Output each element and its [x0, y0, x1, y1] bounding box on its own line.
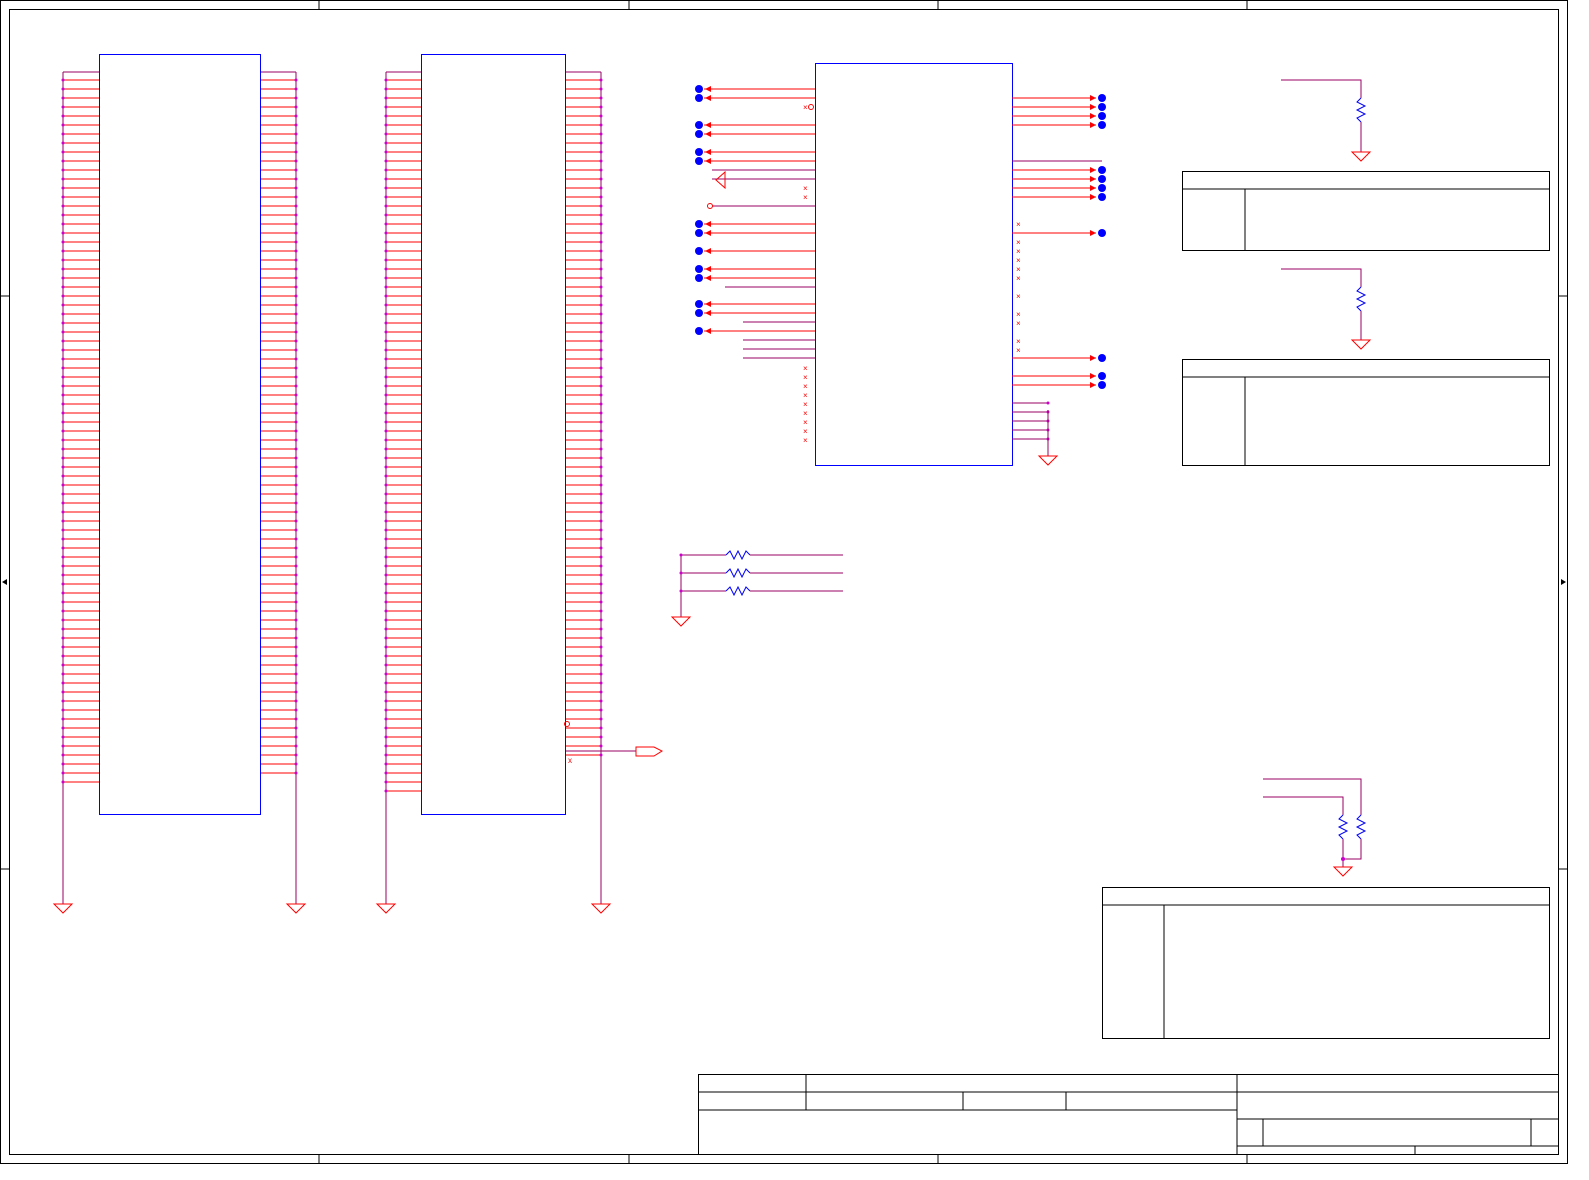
port-dot-icon: [695, 130, 703, 138]
connector-b-pins: [384, 71, 603, 904]
connector-b: [384, 54, 603, 904]
ground-icon: [1350, 151, 1372, 162]
ground-icon: [670, 616, 692, 627]
no-connect-icon: ×: [1016, 319, 1021, 328]
resistor-icon: [1337, 814, 1349, 840]
main-ic-body: [815, 63, 1013, 466]
port-dot-icon: [1098, 372, 1106, 380]
port-dot-icon: [1098, 94, 1106, 102]
ground-icon: [590, 903, 612, 914]
port-dot-icon: [695, 309, 703, 317]
no-connect-icon: ×: [803, 184, 808, 193]
no-connect-icon: ×: [1016, 247, 1021, 256]
no-connect-icon: ×: [1016, 220, 1021, 229]
no-connect-icon: ×: [1016, 310, 1021, 319]
no-connect-icon: ×: [803, 103, 808, 112]
no-connect-icon: ×: [1016, 292, 1021, 301]
port-dot-icon: [1098, 103, 1106, 111]
pull-resistor-1: [1281, 79, 1372, 162]
no-connect-icon: ×: [803, 382, 808, 391]
port-dot-icon: [1098, 229, 1106, 237]
port-dot-icon: [1098, 354, 1106, 362]
notes-table-3: [1102, 887, 1550, 1039]
resistor-icon: [725, 549, 751, 561]
no-connect-icon: ×: [1016, 274, 1021, 283]
notes-table-1: [1182, 171, 1550, 251]
no-connect-icon: ×: [803, 400, 808, 409]
ground-icon: [285, 903, 307, 914]
no-connect-icon: ×: [803, 193, 808, 202]
port-dot-icon: [695, 220, 703, 228]
ground-icon: [52, 903, 74, 914]
port-dot-icon: [695, 274, 703, 282]
drawing-frame: [0, 0, 1568, 1164]
resistor-icon: [1355, 286, 1367, 312]
no-connect-icon: ×: [803, 409, 808, 418]
main-ic-right-pins: ×××××××××××: [1012, 94, 1106, 441]
port-dot-icon: [695, 148, 703, 156]
main-ic: ×××××××××××× ×××××××××××: [695, 63, 1106, 466]
resistor-icon: [1355, 814, 1367, 840]
input-port-icon: [715, 170, 726, 190]
port-dot-icon: [695, 157, 703, 165]
no-connect-icon: ×: [803, 427, 808, 436]
connector-a: [61, 54, 298, 904]
port-dot-icon: [695, 229, 703, 237]
no-connect-icon: ×: [1016, 337, 1021, 346]
no-connect-icon: ×: [803, 364, 808, 373]
no-connect-icon: ×: [803, 373, 808, 382]
notes-table-2: [1182, 359, 1550, 466]
frame-arrow-icons: [2, 579, 1566, 585]
connector-a-body: [99, 54, 261, 815]
no-connect-icon: ×: [1016, 346, 1021, 355]
port-dot-icon: [1098, 193, 1106, 201]
port-dot-icon: [695, 300, 703, 308]
port-dot-icon: [1098, 112, 1106, 120]
port-dot-icon: [1098, 175, 1106, 183]
svg-text:x: x: [568, 756, 572, 765]
ground-icon: [1350, 339, 1372, 350]
port-dot-icon: [695, 327, 703, 335]
main-ic-left-pins: ××××××××××××: [695, 85, 815, 445]
schematic-sheet: x ×××××××××××× ×××××××××××: [0, 0, 1568, 1164]
no-connect-icon: ×: [803, 391, 808, 400]
connector-a-pins: [61, 71, 298, 904]
no-connect-icon: ×: [803, 436, 808, 445]
pull-resistor-pair: [1263, 778, 1367, 877]
resistor-icon: [1355, 97, 1367, 123]
title-block: [698, 1074, 1559, 1155]
ground-symbols: [52, 903, 612, 914]
ground-icon: [1037, 455, 1059, 466]
port-dot-icon: [1098, 184, 1106, 192]
port-dot-icon: [695, 121, 703, 129]
resistor-icon: [725, 585, 751, 597]
port-dot-icon: [1098, 121, 1106, 129]
no-connect-icon: ×: [1016, 238, 1021, 247]
port-dot-icon: [695, 94, 703, 102]
pull-resistor-2: [1281, 268, 1372, 350]
no-connect-icon: ×: [803, 418, 808, 427]
ground-icon: [1332, 866, 1354, 877]
no-connect-icon: ×: [1016, 256, 1021, 265]
port-dot-icon: [1098, 166, 1106, 174]
port-dot-icon: [695, 85, 703, 93]
resistor-icon: [725, 567, 751, 579]
port-dot-icon: [695, 247, 703, 255]
port-dot-icon: [1098, 381, 1106, 389]
resistor-network: [670, 549, 843, 627]
no-connect-icon: ×: [1016, 265, 1021, 274]
ground-icon: [375, 903, 397, 914]
connector-b-body: [421, 54, 566, 815]
port-dot-icon: [695, 265, 703, 273]
